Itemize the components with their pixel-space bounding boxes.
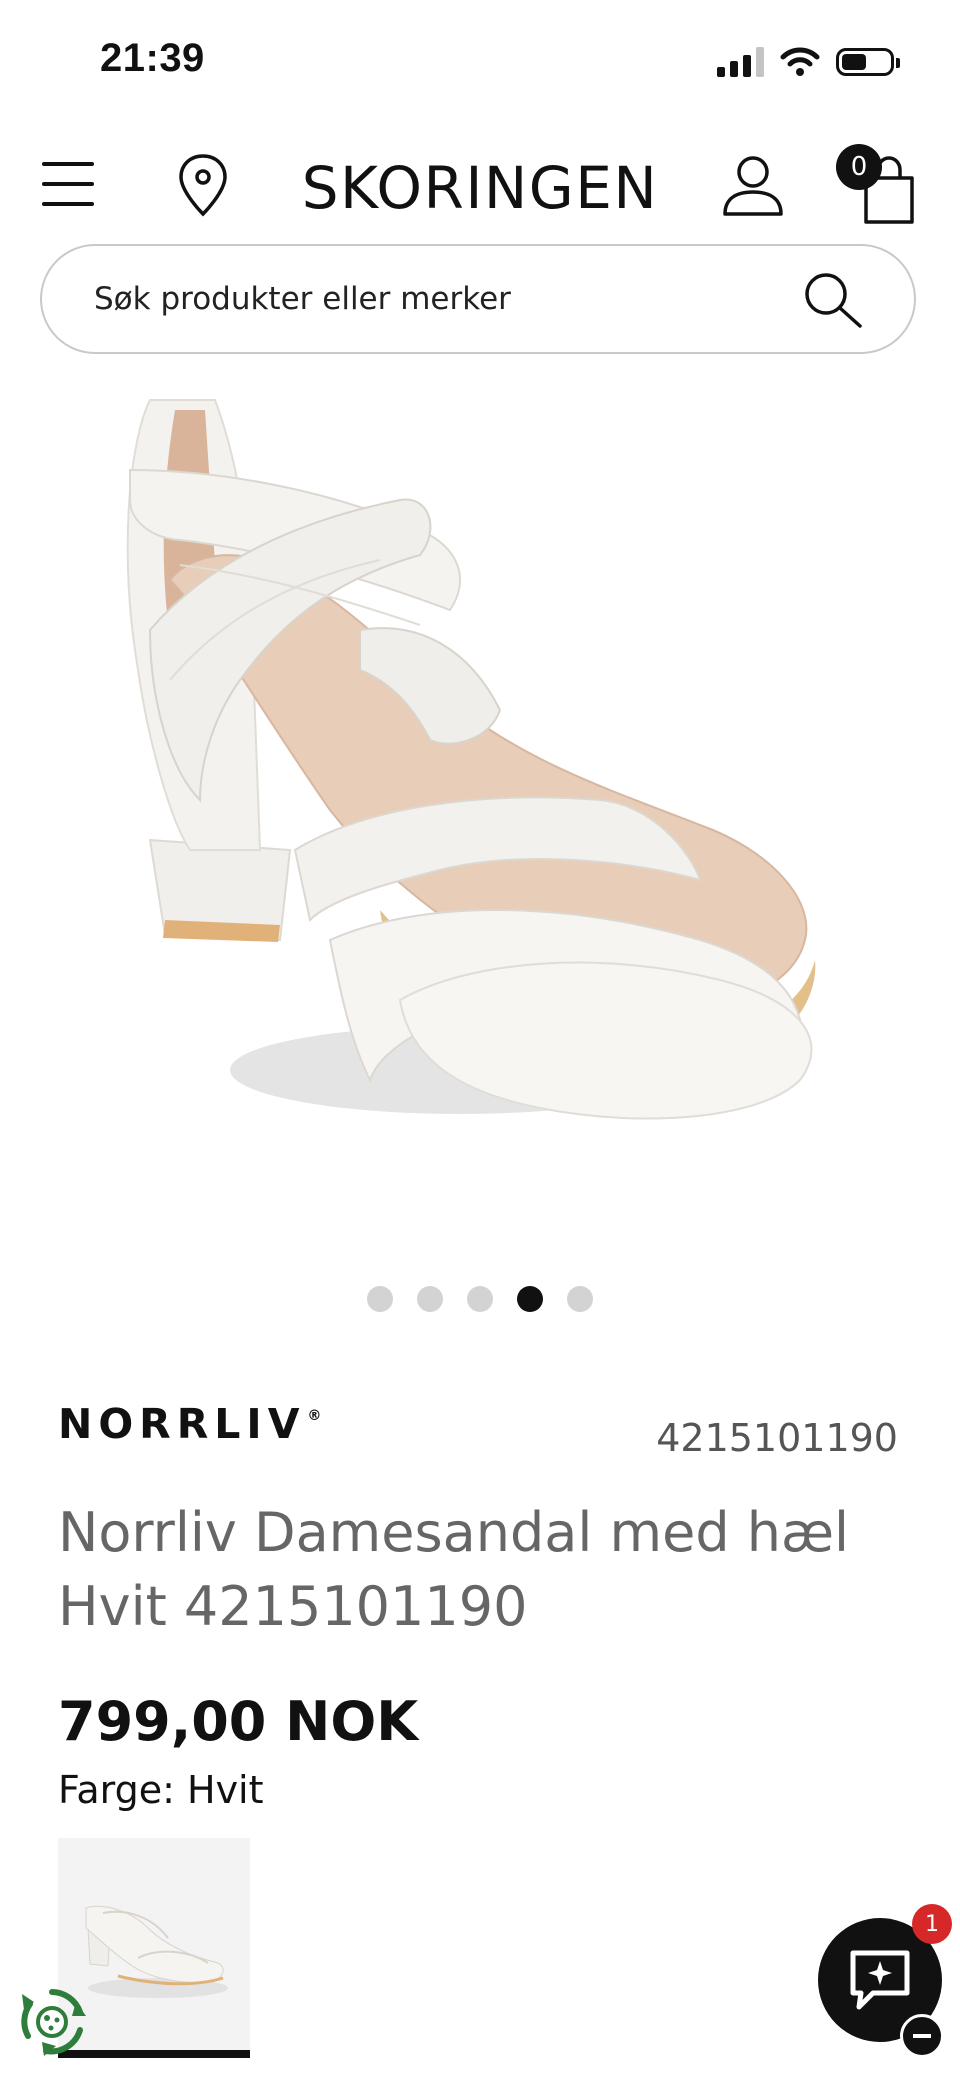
status-bar: 21:39 [0, 0, 960, 120]
image-pagination [0, 1286, 960, 1312]
chat-sparkle-icon [850, 1950, 910, 2010]
search-bar [40, 244, 916, 354]
status-icons [717, 44, 900, 80]
wifi-icon [780, 47, 820, 76]
user-icon[interactable] [720, 152, 786, 218]
site-header: SKORINGEN 0 [0, 130, 960, 240]
cellular-signal-icon [717, 47, 764, 77]
cart-button[interactable]: 0 [836, 144, 920, 228]
pagination-dot[interactable] [567, 1286, 593, 1312]
recycle-icon[interactable] [16, 1986, 88, 2058]
status-time: 21:39 [100, 36, 205, 80]
pagination-dot[interactable] [417, 1286, 443, 1312]
battery-icon [836, 48, 900, 76]
site-logo[interactable]: SKORINGEN [0, 154, 960, 222]
minimize-icon[interactable] [900, 2014, 944, 2058]
registered-mark: ® [307, 1408, 322, 1424]
product-color: Farge: Hvit [58, 1768, 264, 1812]
product-price: 799,00 NOK [58, 1690, 419, 1753]
pagination-dot[interactable] [367, 1286, 393, 1312]
search-icon[interactable] [802, 270, 866, 334]
cart-count-badge: 0 [836, 144, 882, 190]
product-image[interactable] [0, 380, 960, 1240]
product-sku: 4215101190 [656, 1416, 898, 1460]
pagination-dot[interactable] [467, 1286, 493, 1312]
product-title: Norrliv Damesandal med hæl Hvit 421510119… [58, 1501, 850, 1638]
brand-logo[interactable]: NORRLIV ® [58, 1400, 321, 1448]
chat-notification-badge: 1 [912, 1904, 952, 1944]
search-input[interactable] [92, 280, 776, 318]
brand-name: NORRLIV [58, 1400, 306, 1448]
pagination-dot-active[interactable] [517, 1286, 543, 1312]
